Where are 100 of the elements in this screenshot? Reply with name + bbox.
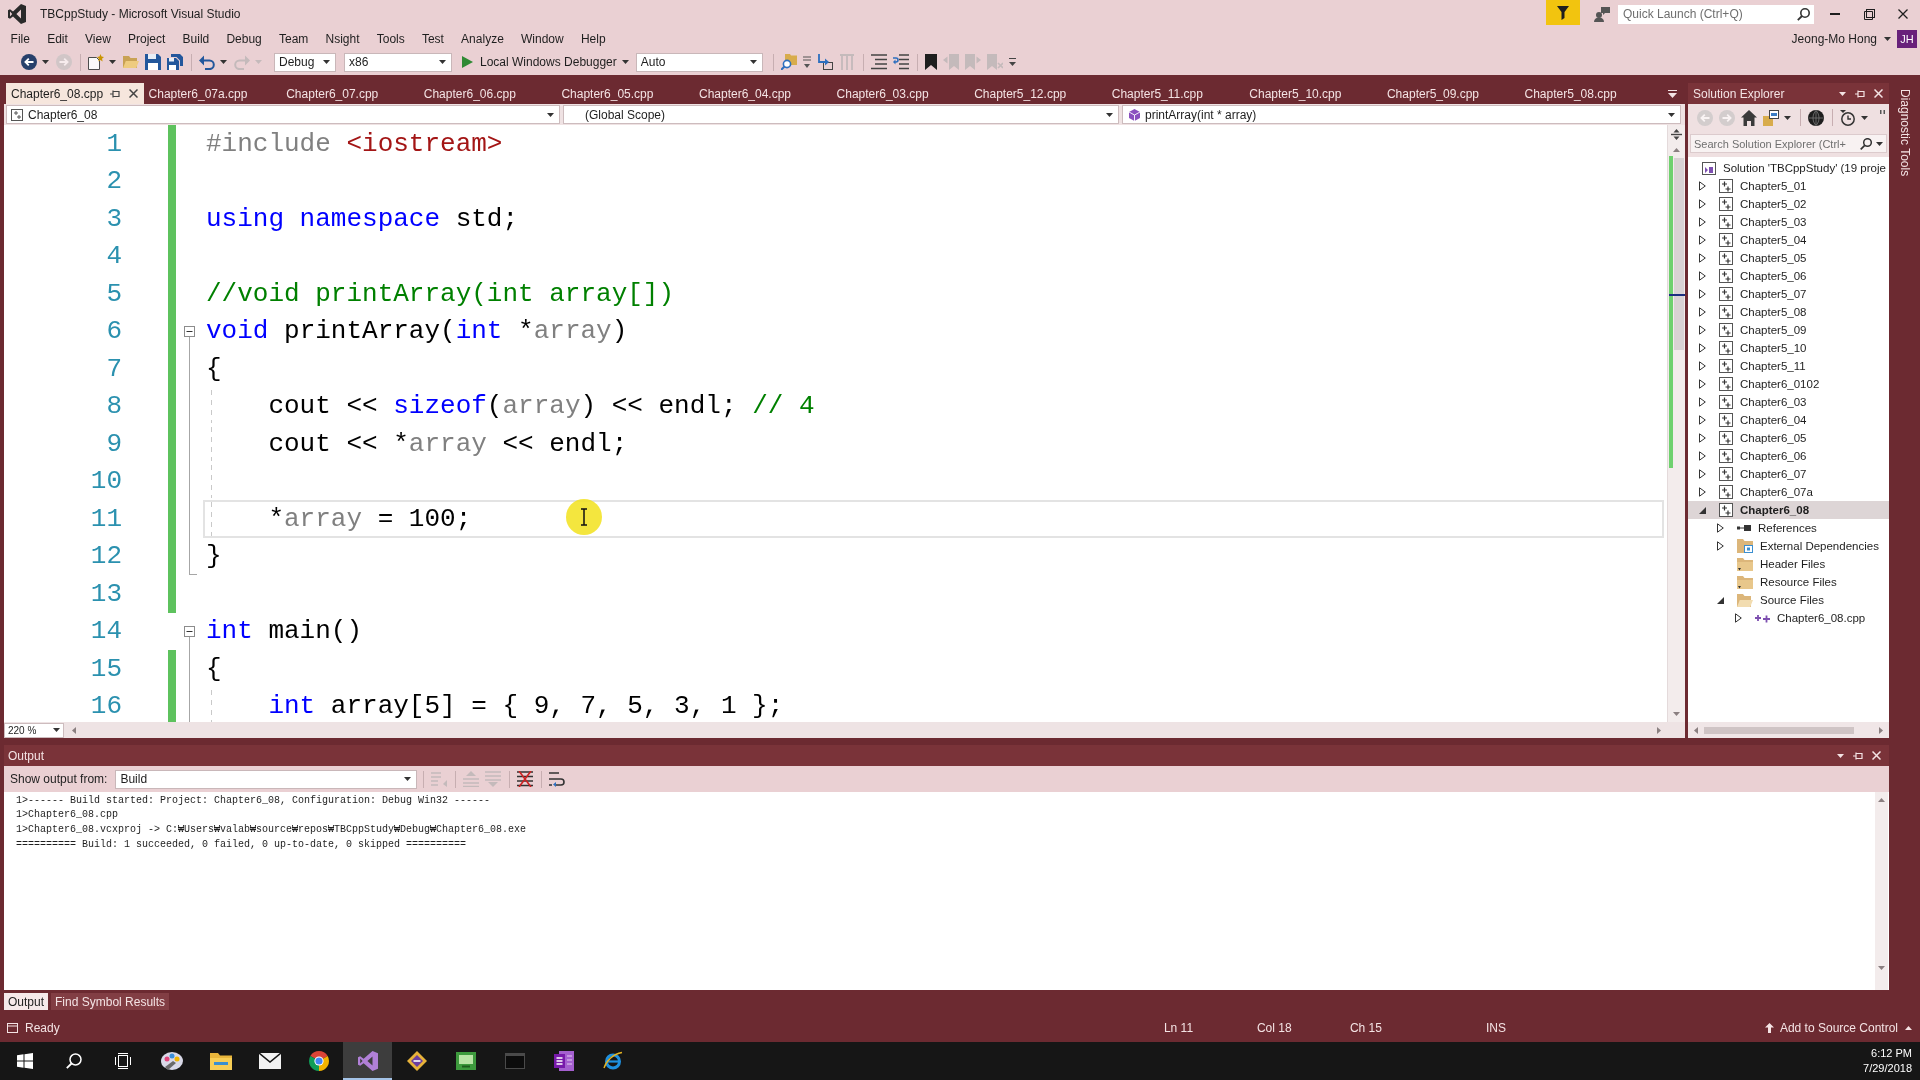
collapsed-arrow-icon[interactable]: [1699, 235, 1706, 245]
collapsed-arrow-icon[interactable]: [1717, 523, 1724, 533]
taskbar-button[interactable]: [343, 1042, 392, 1080]
caret-icon[interactable]: [1861, 115, 1868, 120]
scroll-thumb[interactable]: [1704, 726, 1854, 734]
collapse-box-icon[interactable]: [184, 325, 195, 337]
caret-up-icon[interactable]: [1905, 1025, 1912, 1030]
menu-item[interactable]: Project: [119, 31, 174, 46]
save-all-icon[interactable]: [167, 54, 183, 70]
diagnostic-tools-tab[interactable]: Diagnostic Tools: [1898, 89, 1912, 177]
dropdown[interactable]: x86: [344, 52, 452, 72]
collapsed-arrow-icon[interactable]: [1699, 307, 1706, 317]
document-tab[interactable]: Chapter6_06.cpp: [418, 83, 557, 104]
collapsed-arrow-icon[interactable]: [1699, 397, 1706, 407]
collapsed-arrow-icon[interactable]: [1699, 289, 1706, 299]
document-tab[interactable]: Chapter5_08.cpp: [1519, 83, 1658, 104]
tree-item[interactable]: Chapter6_06: [1688, 447, 1889, 465]
tree-item[interactable]: Chapter5_06: [1688, 267, 1889, 285]
tree-item[interactable]: Chapter5_02: [1688, 195, 1889, 213]
scroll-right-arrow-icon[interactable]: [1879, 726, 1883, 734]
caret-icon[interactable]: [1784, 115, 1791, 120]
scroll-left-arrow-icon[interactable]: [1694, 726, 1698, 734]
document-tab[interactable]: Chapter6_03.cpp: [831, 83, 970, 104]
vertical-scrollbar[interactable]: [1667, 125, 1685, 722]
caret-icon[interactable]: [220, 60, 227, 64]
search-icon[interactable]: [1860, 137, 1872, 150]
collapsed-arrow-icon[interactable]: [1699, 325, 1706, 335]
panel-tab[interactable]: Output: [4, 993, 49, 1010]
bookmark-icon[interactable]: [924, 54, 937, 70]
save-icon[interactable]: [145, 54, 161, 70]
tree-item[interactable]: Chapter5_08: [1688, 303, 1889, 321]
document-tab[interactable]: Chapter6_04.cpp: [693, 83, 832, 104]
tree-item[interactable]: Source Files: [1688, 591, 1889, 609]
document-tab[interactable]: Chapter5_11.cpp: [1106, 83, 1245, 104]
menu-item[interactable]: File: [2, 31, 39, 46]
scroll-down-arrow-icon[interactable]: [1878, 966, 1885, 970]
project-dropdown[interactable]: Chapter6_08: [6, 105, 560, 124]
collapsed-arrow-icon[interactable]: [1699, 199, 1706, 209]
menu-item[interactable]: Tools: [368, 31, 414, 46]
tree-item[interactable]: Chapter6_05: [1688, 429, 1889, 447]
tree-item[interactable]: Chapter5_04: [1688, 231, 1889, 249]
clear-lines-icon[interactable]: [517, 771, 534, 787]
caret-icon[interactable]: [1884, 36, 1891, 41]
collapsed-arrow-icon[interactable]: [1699, 487, 1706, 497]
grip-dots-icon[interactable]: [1880, 110, 1885, 114]
tree-item[interactable]: Chapter6_08: [1688, 501, 1889, 519]
scroll-up-arrow-icon[interactable]: [1878, 798, 1885, 802]
menu-item[interactable]: Analyze: [452, 31, 513, 46]
home-icon[interactable]: [1741, 109, 1757, 126]
tree-item[interactable]: Chapter6_0102: [1688, 375, 1889, 393]
menu-item[interactable]: Team: [270, 31, 317, 46]
menu-item[interactable]: Edit: [38, 31, 77, 46]
horizontal-scrollbar[interactable]: [1688, 722, 1889, 738]
clock-icon[interactable]: [1840, 109, 1856, 126]
member-dropdown[interactable]: printArray(int * array): [1122, 105, 1681, 124]
quick-launch-field[interactable]: Quick Launch (Ctrl+Q): [1618, 4, 1814, 24]
collapsed-arrow-icon[interactable]: [1699, 361, 1706, 371]
tree-item[interactable]: Chapter6_03: [1688, 393, 1889, 411]
split-handle-icon[interactable]: [1671, 129, 1682, 140]
tree-item[interactable]: Chapter5_03: [1688, 213, 1889, 231]
caret-icon[interactable]: [1876, 141, 1883, 146]
tree-item[interactable]: Chapter5_09: [1688, 321, 1889, 339]
tree-item[interactable]: Resource Files: [1688, 573, 1889, 591]
caret-icon[interactable]: [42, 60, 49, 64]
menu-item[interactable]: Help: [572, 31, 615, 46]
collapse-box-icon[interactable]: [184, 625, 195, 637]
tree-item[interactable]: Chapter5_11: [1688, 357, 1889, 375]
collapsed-arrow-icon[interactable]: [1699, 433, 1706, 443]
document-tab[interactable]: Chapter6_07a.cpp: [143, 83, 282, 104]
vertical-scrollbar[interactable]: [1875, 792, 1888, 990]
tree-item[interactable]: Chapter6_08.cpp: [1688, 609, 1889, 627]
panel-tab[interactable]: Find Symbol Results: [51, 993, 170, 1010]
tree-item[interactable]: Chapter6_07a: [1688, 483, 1889, 501]
dropdown[interactable]: Debug: [274, 52, 336, 72]
lines-caret-icon[interactable]: [802, 56, 811, 68]
tree-item[interactable]: Chapter5_10: [1688, 339, 1889, 357]
up-arrow-icon[interactable]: [1764, 1022, 1774, 1033]
close-icon[interactable]: [128, 89, 138, 98]
collapsed-arrow-icon[interactable]: [1735, 613, 1742, 623]
sheet-star-icon[interactable]: [88, 54, 104, 70]
collapsed-arrow-icon[interactable]: [1699, 379, 1706, 389]
caret-icon[interactable]: [1106, 112, 1113, 117]
comment-lines-icon[interactable]: [870, 54, 887, 70]
collapsed-arrow-icon[interactable]: [1717, 541, 1724, 551]
tree-item[interactable]: Chapter6_07: [1688, 465, 1889, 483]
scroll-down-arrow-icon[interactable]: [1673, 712, 1680, 716]
dropdown[interactable]: Auto: [635, 52, 763, 72]
document-tab[interactable]: Chapter6_08.cpp: [6, 83, 144, 104]
caret-icon[interactable]: [1839, 91, 1846, 96]
overflow-caret-icon[interactable]: [1008, 58, 1016, 66]
scroll-up-arrow-icon[interactable]: [1673, 148, 1680, 152]
output-source-dropdown[interactable]: Build: [115, 769, 418, 789]
person-bubble-icon[interactable]: [1594, 6, 1610, 22]
menu-item[interactable]: Test: [413, 31, 453, 46]
close-icon[interactable]: [1898, 9, 1908, 19]
zoom-dropdown[interactable]: 220 %: [4, 722, 64, 738]
menu-item[interactable]: Build: [173, 31, 218, 46]
expanded-arrow-icon[interactable]: [1717, 596, 1724, 604]
stacked-boxes-icon[interactable]: [1763, 109, 1779, 126]
account-avatar[interactable]: JH: [1897, 29, 1917, 48]
